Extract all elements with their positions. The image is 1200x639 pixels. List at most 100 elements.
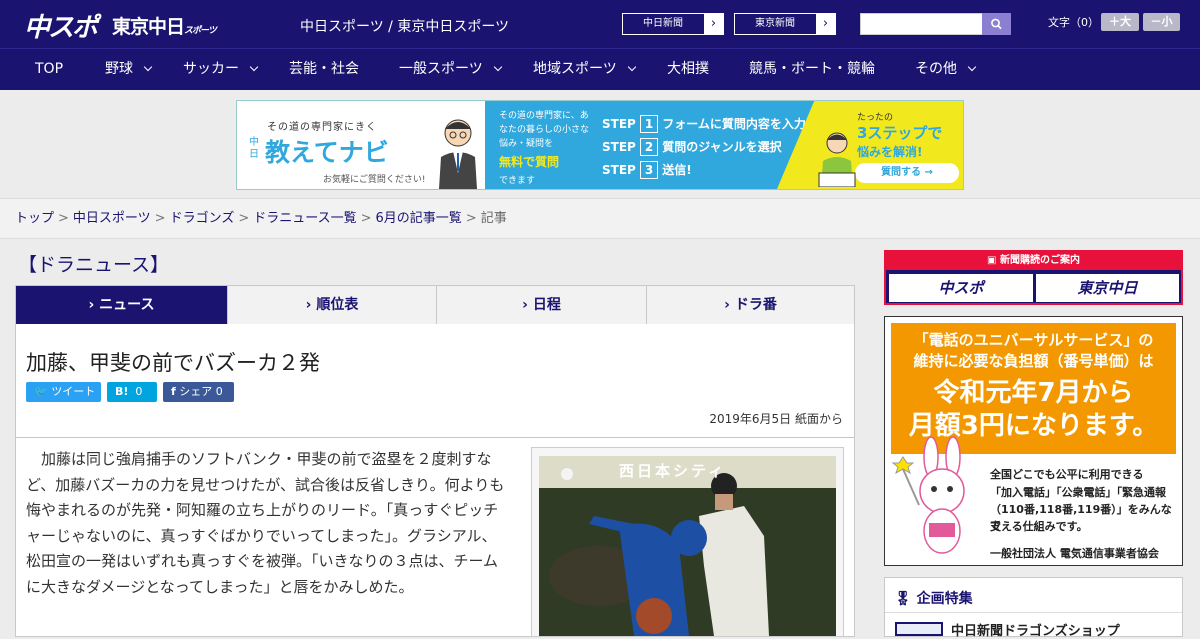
nav-soccer[interactable]: サッカー [183,49,259,90]
tweet-label: ツイート [51,385,96,398]
chevron-right-icon: › [305,297,317,313]
twitter-icon: 🐦 [34,385,48,398]
chunichi-shimbun-link[interactable]: 中日新聞 › [622,13,724,35]
font-bigger-button[interactable]: ＋大 [1101,13,1139,31]
breadcrumb-separator: > [154,211,166,226]
breadcrumb-separator: > [58,211,69,226]
chevron-right-icon: › [88,297,100,313]
breadcrumb-separator: > [465,211,477,226]
nav-label: その他 [915,61,957,77]
tokyo-shimbun-link[interactable]: 東京新聞 › [734,13,836,35]
oshiete-navi-banner[interactable]: その道の専門家にきく 中日 教えてナビ お気軽にご質問ください! その道の専門家… [236,100,964,190]
nav-label: 競馬・ボート・競輪 [749,61,875,77]
article-body: 加藤は同じ強肩捕手のソフトバンク・甲斐の前で盗塁を２度刺すなど、加藤バズーカの力… [26,450,505,596]
search-input[interactable] [860,13,983,35]
ad-line-3: 令和元年7月から [933,378,1134,408]
hatena-icon: B! [115,385,129,398]
font-smaller-button[interactable]: －小 [1143,13,1180,31]
tokyo-logo-sub: スポーツ [184,26,217,36]
subscription-heading: ▣ 新聞購読のご案内 [886,252,1181,270]
nav-general-sports[interactable]: 一般スポーツ [399,49,502,90]
feature-heading: 🎖 企画特集 [894,588,973,608]
font-size-label: 文字（0） [1048,16,1099,29]
section-tabs: › ニュース › 順位表 › 日程 › ドラ番 [15,285,855,332]
nav-label: 一般スポーツ [399,61,483,77]
chevron-right-icon: › [724,297,735,313]
hatena-bookmark-button[interactable]: B! 0 [107,382,157,402]
step-label: STEP [602,140,636,154]
tab-label: 順位表 [316,297,359,313]
chevron-down-icon [627,62,636,72]
breadcrumb-link[interactable]: ドラニュース一覧 [253,211,356,226]
tokyo-chunichi-logo[interactable]: 東京中日スポーツ [112,12,217,39]
nav-label: 芸能・社会 [289,61,359,77]
shop-logo-icon [895,622,943,636]
step-text: 送信! [662,163,692,177]
arrow-right-icon: → [924,167,933,178]
breadcrumb: トップ > 中日スポーツ > ドラゴンズ > ドラニュース一覧 >6月の記事一覧 > 記事 [0,198,1200,239]
nav-top[interactable]: TOP [35,49,63,90]
nav-sumo[interactable]: 大相撲 [667,49,709,90]
tab-label: ドラ番 [734,297,777,313]
tokyo-shimbun-label: 東京新聞 [755,18,795,29]
breadcrumb-separator: > [238,211,250,226]
chevron-down-icon [493,62,502,72]
nav-label: TOP [35,61,64,77]
hatena-count: 0 [135,385,143,398]
banner-brand-small: 中日 [249,137,259,160]
step-number: 1 [640,115,659,133]
banner-tagline: その道の専門家にきく [267,122,377,133]
section-title: 【ドラニュース】 [18,254,170,276]
banner-sub: お気軽にご質問ください! [323,175,426,185]
chevron-right-icon: › [522,297,533,313]
breadcrumb-link[interactable]: ドラゴンズ [170,211,235,226]
banner-question-button[interactable]: 質問する → [855,163,959,183]
tab-news[interactable]: › ニュース [16,286,227,332]
nav-racing[interactable]: 競馬・ボート・競輪 [749,49,875,90]
chevron-down-icon [143,62,153,72]
step-text: 質問のジャンルを選択 [662,140,782,154]
step-text: フォームに質問内容を入力 [662,117,806,131]
banner-right-big: 3ステップで [857,124,943,142]
question-button-label: 質問する [881,167,922,178]
nav-entertainment[interactable]: 芸能・社会 [289,49,359,90]
chuspo-logo[interactable]: 中スポ [24,7,98,44]
facebook-icon: f [171,385,176,398]
tab-dorabane[interactable]: › ドラ番 [646,286,854,324]
ad-org: 一般社団法人 電気通信事業者協会 [990,547,1159,560]
facebook-share-button[interactable]: f シェア 0 [163,382,234,402]
nav-baseball[interactable]: 野球 [105,49,153,90]
breadcrumb-link[interactable]: トップ [15,211,54,226]
subscription-heading-label: 新聞購読のご案内 [999,255,1080,266]
universal-service-ad[interactable]: 「電話のユニバーサルサービス」の 維持に必要な負担額（番号単価）は 令和元年7月… [884,316,1183,566]
article-photo[interactable]: 西日本シティ [539,456,836,636]
subscribe-tokyo-button[interactable]: 東京中日 [1036,274,1179,302]
fb-share-count: 0 [215,385,223,398]
person-with-laptop-icon [818,132,856,187]
fb-share-label: シェア [179,385,213,398]
chevron-down-icon [967,62,977,72]
site-title: 中日スポーツ / 東京中日スポーツ [300,19,510,35]
banner-step-3: STEP 3 送信! [602,161,692,179]
nav-regional-sports[interactable]: 地域スポーツ [533,49,636,90]
search-button[interactable] [982,13,1011,35]
tweet-button[interactable]: 🐦 ツイート [26,382,101,402]
ad-line-1: 「電話のユニバーサルサービス」の [913,331,1154,349]
tokyo-logo-text: 東京中日 [112,16,185,38]
banner-step-2: STEP 2 質問のジャンルを選択 [602,138,782,156]
photo-signboard-text: 西日本シティ [619,462,727,480]
banner-left-panel: その道の専門家にきく 中日 教えてナビ お気軽にご質問ください! [237,101,485,189]
tab-schedule[interactable]: › 日程 [436,286,646,324]
nav-others[interactable]: その他 [915,49,977,90]
step-number: 2 [640,138,659,156]
banner-step-1: STEP 1 フォームに質問内容を入力 [602,115,806,133]
tab-standings[interactable]: › 順位表 [227,286,436,324]
rabbit-mascot-icon [891,436,965,554]
breadcrumb-link[interactable]: 6月の記事一覧 [376,211,462,226]
breadcrumb-current: 記事 [480,211,507,226]
subscribe-chuspo-button[interactable]: 中スポ [889,274,1033,302]
tab-label: ニュース [99,297,155,313]
step-number: 3 [640,161,659,179]
ad-line-2: 維持に必要な負担額（番号単価）は [913,352,1154,370]
breadcrumb-link[interactable]: 中日スポーツ [73,211,151,226]
